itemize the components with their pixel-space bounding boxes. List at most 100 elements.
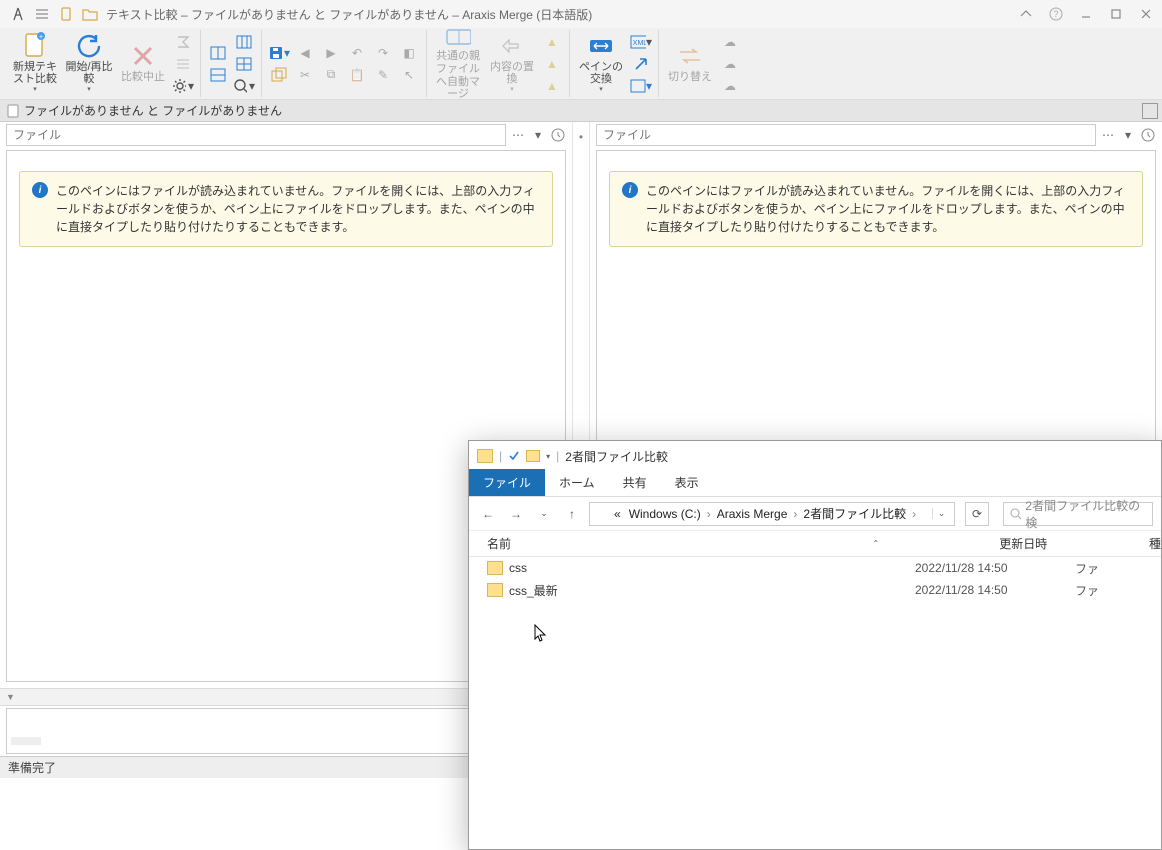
row-date: 2022/11/28 14:50 — [915, 561, 1075, 575]
right-history-icon[interactable] — [1140, 127, 1156, 143]
replace-button[interactable]: 内容の置換▾ — [487, 31, 537, 97]
collapse-ribbon-icon[interactable] — [1016, 4, 1036, 24]
new-doc-icon[interactable] — [57, 5, 75, 23]
col-name[interactable]: 名前 — [469, 535, 873, 552]
layout3-icon[interactable] — [233, 32, 255, 52]
cloud1-icon[interactable]: ☁ — [719, 32, 741, 52]
document-tabbar: ファイルがありません と ファイルがありません — [0, 100, 1162, 122]
row-name: css_最新 — [509, 582, 915, 599]
left-info-box: i このペインにはファイルが読み込まれていません。ファイルを開くには、上部の入力… — [19, 171, 553, 247]
nav-up-icon[interactable]: ↑ — [561, 503, 583, 525]
hamburger-icon[interactable] — [33, 5, 51, 23]
warn3-icon[interactable]: ▲ — [541, 76, 563, 96]
row-type: ファ — [1075, 560, 1161, 577]
sort-indicator-icon[interactable]: ⌃ — [873, 539, 880, 548]
right-file-input[interactable] — [596, 124, 1096, 146]
diag-arrow-icon[interactable] — [630, 54, 652, 74]
undo-icon[interactable]: ↶ — [346, 43, 368, 63]
bookmark-icon[interactable]: ◧ — [398, 43, 420, 63]
refresh-icon[interactable]: ⟳ — [965, 502, 989, 526]
explorer-title: 2者間ファイル比較 — [565, 448, 668, 465]
nav-back-icon[interactable]: ← — [477, 503, 499, 525]
help-icon[interactable]: ? — [1046, 4, 1066, 24]
redo-icon[interactable]: ↷ — [372, 43, 394, 63]
right-info-box: i このペインにはファイルが読み込まれていません。ファイルを開くには、上部の入力… — [609, 171, 1143, 247]
save-icon[interactable]: ▾ — [268, 43, 290, 63]
explorer-window: | ▾ | 2者間ファイル比較 ファイル ホーム 共有 表示 ← → ⌄ ↑ «… — [468, 440, 1162, 850]
window-title: テキスト比較 – ファイルがありません と ファイルがありません – Araxi… — [106, 6, 1016, 23]
warn1-icon[interactable]: ▲ — [541, 32, 563, 52]
new-text-button[interactable]: + 新規テキスト比較▾ — [10, 31, 60, 97]
svg-text:+: + — [39, 34, 43, 41]
titlebar: テキスト比較 – ファイルがありません と ファイルがありません – Araxi… — [0, 0, 1162, 28]
maximize-icon[interactable] — [1106, 4, 1126, 24]
sigma-icon[interactable] — [172, 32, 194, 52]
explorer-titlebar[interactable]: | ▾ | 2者間ファイル比較 — [469, 441, 1161, 471]
explorer-rows: css 2022/11/28 14:50 ファ css_最新 2022/11/2… — [469, 557, 1161, 849]
stop-button[interactable]: 比較中止 — [118, 31, 168, 97]
crumb-2[interactable]: Araxis Merge — [715, 507, 790, 521]
nav-right-icon[interactable]: ▶ — [320, 43, 342, 63]
crumb-3[interactable]: 2者間ファイル比較 — [801, 505, 908, 522]
pointer-icon[interactable]: ↖ — [398, 65, 420, 85]
explorer-tab-file[interactable]: ファイル — [469, 469, 545, 496]
left-file-input[interactable] — [6, 124, 506, 146]
svg-text:?: ? — [1053, 9, 1058, 19]
scrollbar-thumb[interactable] — [11, 737, 41, 745]
right-dropdown-icon[interactable]: ▾ — [1120, 127, 1136, 143]
list-icon[interactable] — [172, 54, 194, 74]
xml-icon[interactable]: XML▾ — [630, 32, 652, 52]
tab-view-toggle[interactable] — [1142, 103, 1158, 119]
swap-label: ペインの交換 — [576, 61, 626, 86]
col-type[interactable]: 種 — [1149, 535, 1161, 552]
copy-icon[interactable]: ⧉ — [320, 65, 342, 85]
explorer-row[interactable]: css 2022/11/28 14:50 ファ — [469, 557, 1161, 579]
search-placeholder: 2者間ファイル比較の検 — [1025, 497, 1146, 531]
explorer-tab-home[interactable]: ホーム — [545, 469, 609, 496]
layout1-icon[interactable] — [207, 43, 229, 63]
explorer-search[interactable]: 2者間ファイル比較の検 — [1003, 502, 1153, 526]
switch-label: 切り替え — [668, 71, 712, 84]
automerge-button[interactable]: 共通の親ファイルへ自動マージ — [433, 31, 483, 97]
start-button[interactable]: 開始/再比較▾ — [64, 31, 114, 97]
address-dropdown-icon[interactable]: ⌄ — [932, 508, 950, 519]
cloud3-icon[interactable]: ☁ — [719, 76, 741, 96]
row-date: 2022/11/28 14:50 — [915, 583, 1075, 597]
left-history-icon[interactable] — [550, 127, 566, 143]
crumb-pre[interactable]: « — [612, 507, 623, 521]
expand-icon[interactable]: ▾ — [630, 76, 652, 96]
switch-button[interactable]: 切り替え — [665, 31, 715, 97]
close-icon[interactable] — [1136, 4, 1156, 24]
document-tab-label[interactable]: ファイルがありません と ファイルがありません — [24, 102, 282, 119]
folder-icon[interactable] — [81, 5, 99, 23]
explorer-row[interactable]: css_最新 2022/11/28 14:50 ファ — [469, 579, 1161, 601]
left-more-icon[interactable]: ⋯ — [510, 127, 526, 143]
right-more-icon[interactable]: ⋯ — [1100, 127, 1116, 143]
gutter-collapse-icon[interactable]: ▼ — [6, 692, 15, 702]
saveall-icon[interactable] — [268, 65, 290, 85]
swap-panes-button[interactable]: ペインの交換▾ — [576, 31, 626, 97]
col-date[interactable]: 更新日時 — [999, 535, 1149, 552]
explorer-tab-view[interactable]: 表示 — [661, 469, 713, 496]
crumb-1[interactable]: Windows (C:) — [627, 507, 703, 521]
address-folder-icon — [594, 508, 608, 520]
paste-icon[interactable]: 📋 — [346, 65, 368, 85]
explorer-nav: ← → ⌄ ↑ « Windows (C:)› Araxis Merge› 2者… — [469, 497, 1161, 531]
nav-left-icon[interactable]: ◀ — [294, 43, 316, 63]
zoom-icon[interactable]: ▾ — [233, 76, 255, 96]
folder-icon — [487, 583, 503, 597]
layout4-icon[interactable] — [233, 54, 255, 74]
gear-icon[interactable]: ▾ — [172, 76, 194, 96]
warn2-icon[interactable]: ▲ — [541, 54, 563, 74]
left-dropdown-icon[interactable]: ▾ — [530, 127, 546, 143]
address-bar[interactable]: « Windows (C:)› Araxis Merge› 2者間ファイル比較›… — [589, 502, 955, 526]
cut-icon[interactable]: ✂ — [294, 65, 316, 85]
nav-forward-icon[interactable]: → — [505, 503, 527, 525]
minimize-icon[interactable] — [1076, 4, 1096, 24]
explorer-tabs: ファイル ホーム 共有 表示 — [469, 471, 1161, 497]
layout2-icon[interactable] — [207, 65, 229, 85]
explorer-tab-share[interactable]: 共有 — [609, 469, 661, 496]
nav-recent-icon[interactable]: ⌄ — [533, 503, 555, 525]
cloud2-icon[interactable]: ☁ — [719, 54, 741, 74]
brush-icon[interactable]: ✎ — [372, 65, 394, 85]
